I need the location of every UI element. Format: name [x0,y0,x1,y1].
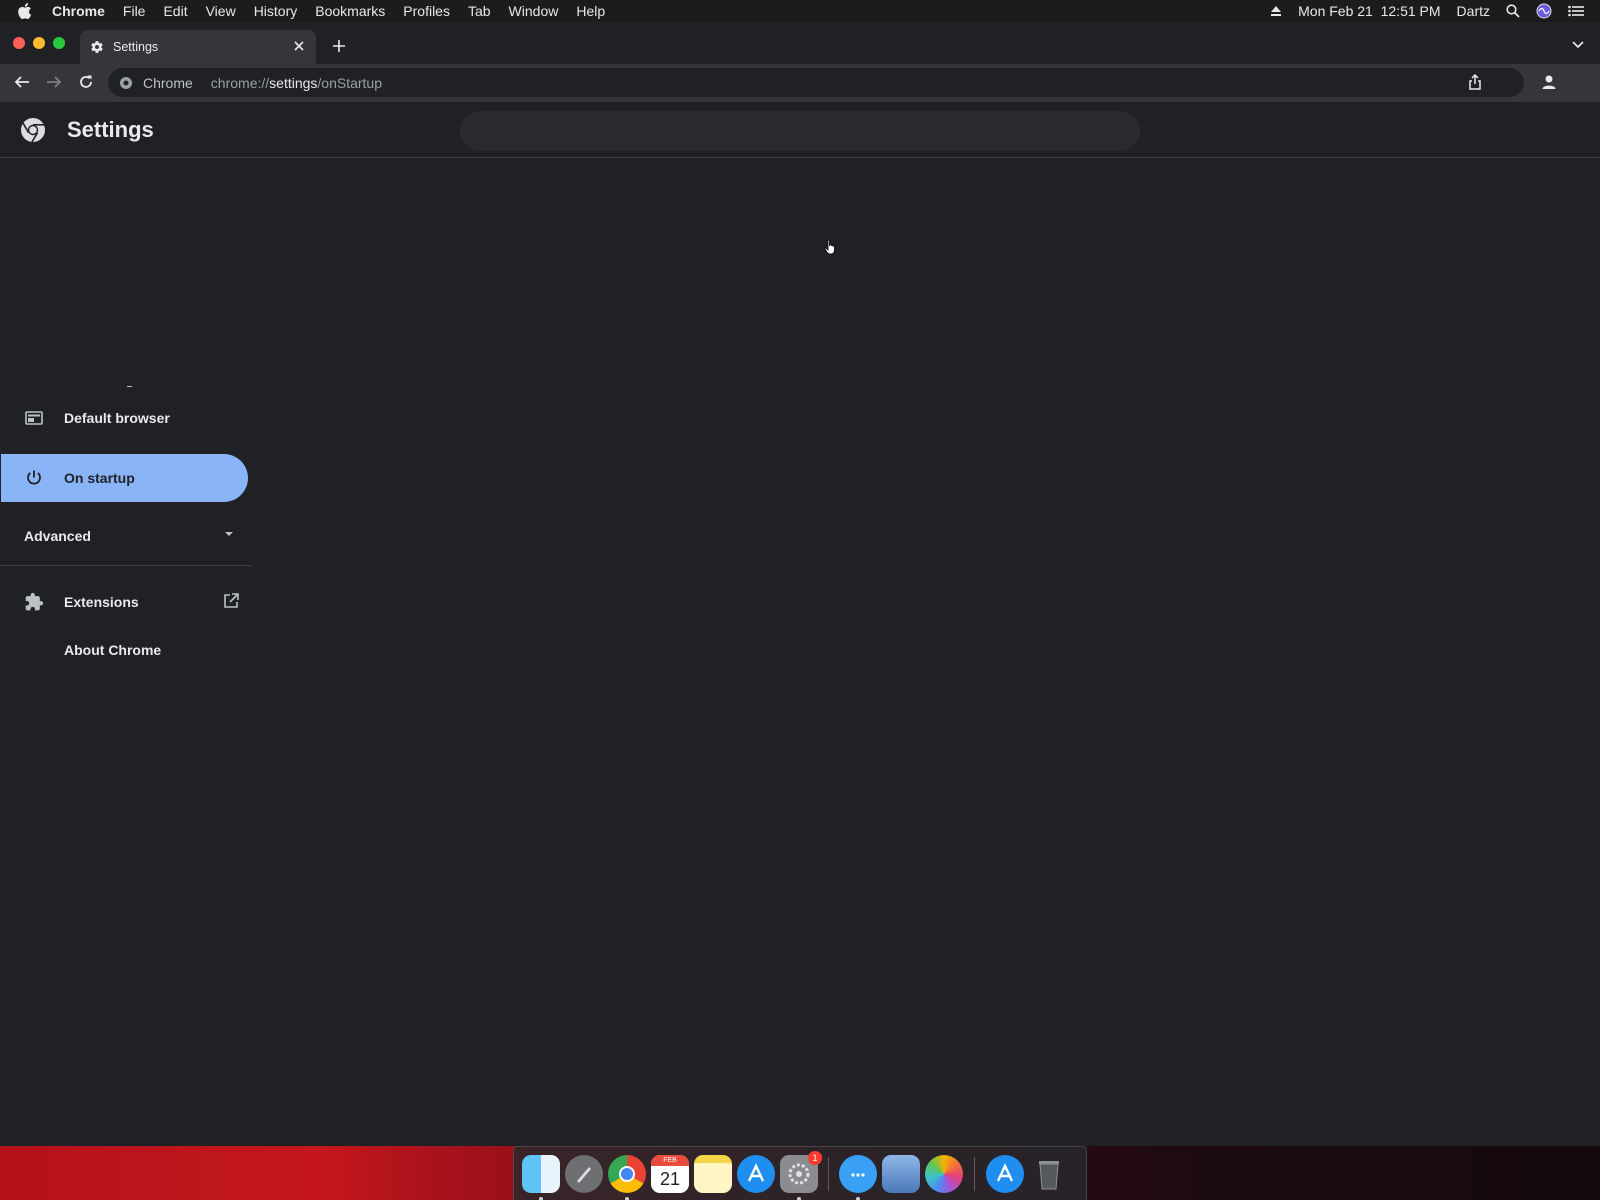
sidebar-item-label: On startup [64,470,135,486]
reload-icon[interactable] [78,74,94,90]
forward-arrow-icon[interactable] [46,74,62,90]
window-controls [13,37,65,49]
tab-settings[interactable]: Settings [80,30,316,64]
open-in-new-icon [222,592,240,610]
back-arrow-icon[interactable] [14,74,30,90]
trash-icon[interactable] [1030,1155,1068,1193]
menu-window[interactable]: Window [509,3,559,19]
eject-icon[interactable] [1270,5,1282,17]
chrome-site-icon [119,76,133,90]
calendar-month: FEB [651,1155,689,1166]
caret-down-icon [224,531,234,537]
profile-avatar-icon[interactable] [1541,74,1557,90]
gear-icon [90,40,104,54]
menu-tab[interactable]: Tab [468,3,491,19]
menubar-user[interactable]: Dartz [1457,3,1490,19]
app-store-downloads-icon[interactable] [986,1155,1024,1193]
settings-header: Settings [0,102,1600,158]
settings-sidebar: Default browser On startup Advanced Exte… [0,158,252,1118]
chrome-icon[interactable] [608,1155,646,1193]
share-icon[interactable] [1468,74,1482,90]
dock-divider [974,1157,975,1191]
macos-menubar: Chrome File Edit View History Bookmarks … [0,0,1600,22]
address-bar[interactable]: Chrome chrome://settings/onStartup [108,68,1524,97]
macos-dock: FEB 21 1 [513,1146,1087,1200]
dock-divider [828,1157,829,1191]
menubar-datetime[interactable]: Mon Feb 21 12:51 PM [1298,3,1440,19]
tab-search-chevron-icon[interactable] [1572,41,1584,49]
chrome-logo-icon [20,117,46,143]
sidebar-scroll-mark [127,386,132,387]
puzzle-piece-icon [24,592,44,612]
power-icon [24,468,44,488]
sidebar-item-extensions[interactable]: Extensions [1,578,248,626]
spotlight-search-icon[interactable] [1506,4,1520,18]
menu-history[interactable]: History [254,3,298,19]
siri-icon[interactable] [1536,3,1552,19]
preview-icon[interactable] [882,1155,920,1193]
omnibox-chip: Chrome [143,74,193,91]
notes-icon[interactable] [694,1155,732,1193]
sidebar-item-label: About Chrome [64,642,162,658]
zoom-window-button[interactable] [53,37,65,49]
close-tab-icon[interactable] [292,39,306,53]
notification-badge: 1 [808,1151,822,1165]
url-scheme: chrome:// [210,74,270,91]
calendar-day: 21 [659,1169,681,1189]
minimize-window-button[interactable] [33,37,45,49]
menu-profiles[interactable]: Profiles [403,3,450,19]
sidebar-divider [0,565,252,566]
calendar-icon[interactable]: FEB 21 [651,1155,689,1193]
finder-icon[interactable] [522,1155,560,1193]
apple-menu-icon[interactable] [18,3,38,19]
url-path: /onStartup [317,74,383,91]
advanced-label: Advanced [24,528,91,544]
menu-help[interactable]: Help [576,3,605,19]
sidebar-item-on-startup[interactable]: On startup [1,454,248,502]
settings-search-input[interactable] [460,111,1140,151]
hand-pointer-cursor-icon [824,239,838,255]
url-host: settings [269,74,318,91]
photos-icon[interactable] [925,1155,963,1193]
control-center-icon[interactable] [1568,5,1584,17]
tab-title: Settings [113,40,159,54]
sidebar-item-default-browser[interactable]: Default browser [1,394,248,442]
menu-edit[interactable]: Edit [163,3,187,19]
system-preferences-gear-icon[interactable]: 1 [780,1151,822,1193]
sidebar-item-about-chrome[interactable]: About Chrome [1,626,248,674]
sidebar-item-label: Default browser [64,410,170,426]
app-store-icon[interactable] [737,1155,775,1193]
close-window-button[interactable] [13,37,25,49]
new-tab-plus-icon[interactable] [332,39,346,53]
browser-toolbar: Chrome chrome://settings/onStartup [0,64,1600,102]
browser-window-icon [24,408,44,428]
tab-strip: Settings [0,22,1600,64]
menu-view[interactable]: View [206,3,236,19]
sidebar-item-label: Extensions [64,594,139,610]
launchpad-rocket-icon[interactable] [565,1155,603,1193]
menubar-status-area: Mon Feb 21 12:51 PM Dartz [1270,0,1600,22]
advanced-section-toggle[interactable]: Advanced [24,528,234,548]
menu-app-name[interactable]: Chrome [52,3,105,19]
messages-icon[interactable] [839,1155,877,1193]
menu-file[interactable]: File [123,3,146,19]
menu-bookmarks[interactable]: Bookmarks [315,3,385,19]
page-title: Settings [67,117,154,142]
